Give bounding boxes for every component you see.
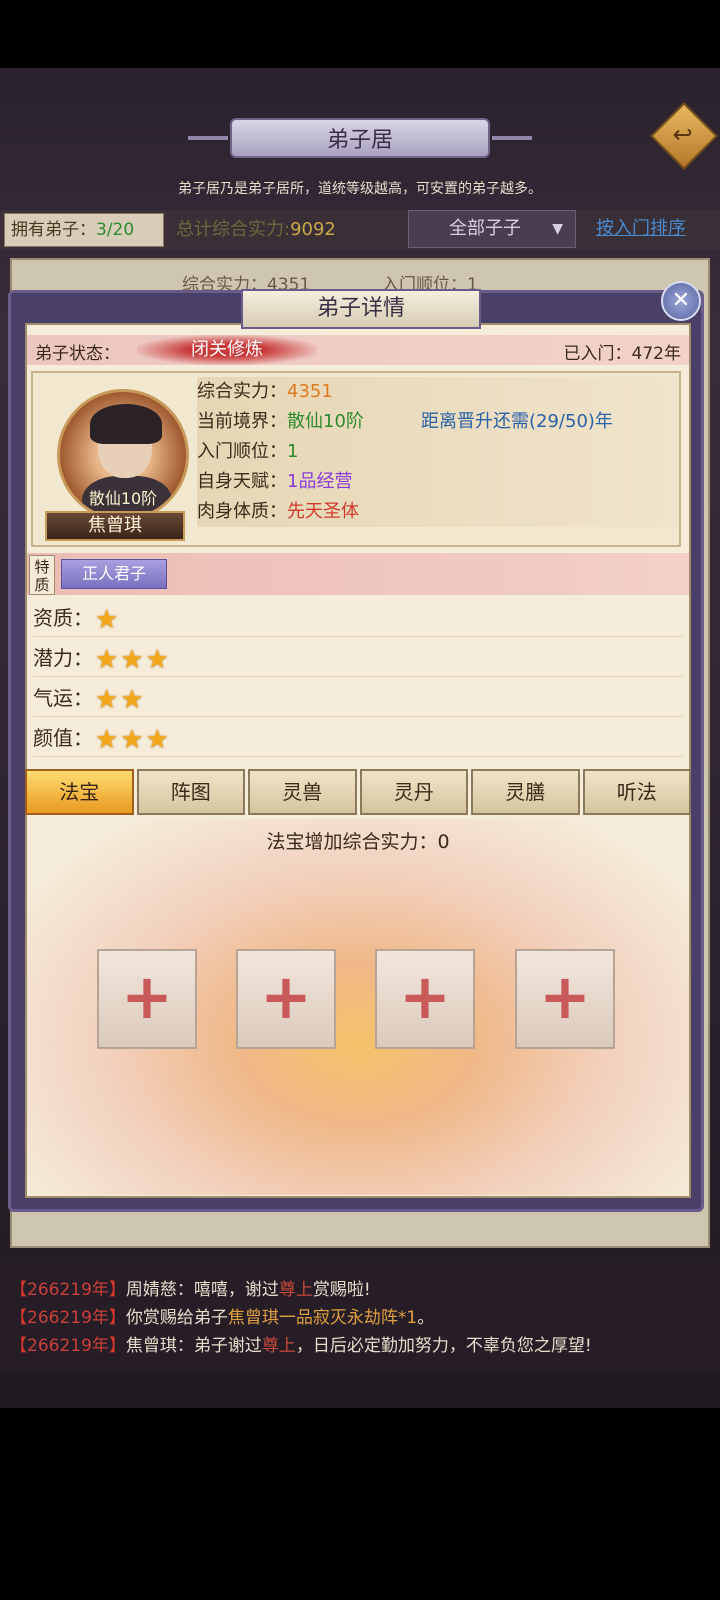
star-icon: ★ (145, 644, 169, 675)
plus-icon: + (539, 960, 591, 1033)
star-icon: ★ (120, 644, 144, 675)
star-icon: ★ (145, 724, 169, 755)
sort-by-join-link[interactable]: 按入门排序 (596, 214, 686, 240)
close-button[interactable]: ✕ (661, 281, 701, 321)
attr-power: 综合实力：4351 (197, 377, 677, 407)
modal-content: 弟子状态： 闭关修炼 已入门：472年 散仙10阶 焦曾琪 综合实力：4351 … (25, 323, 691, 1198)
status-label: 弟子状态： (35, 344, 120, 364)
chat-log: 【266219年】周婧慈：嘻嘻，谢过尊上赏赐啦! 【266219年】你赏赐给弟子… (0, 1262, 720, 1372)
treasure-slot[interactable]: + (375, 949, 475, 1049)
status-bar: 弟子状态： 闭关修炼 已入门：472年 (27, 335, 689, 365)
tab-elixir[interactable]: 灵丹 (359, 769, 468, 815)
disciple-count: 拥有弟子：3/20 (4, 213, 164, 247)
attr-talent: 自身天赋：1品经营 (197, 467, 677, 497)
plus-icon: + (399, 960, 451, 1033)
detail-tabs: 法宝 阵图 灵兽 灵丹 灵膳 听法 (25, 769, 691, 817)
chat-line: 【266219年】周婧慈：嘻嘻，谢过尊上赏赐啦! (10, 1280, 371, 1300)
treasure-panel: 法宝增加综合实力：0 + + + + (27, 819, 689, 1195)
attr-realm: 当前境界：散仙10阶 距离晋升还需(29/50)年 (197, 407, 677, 437)
star-icon: ★ (95, 684, 119, 715)
status-badge: 闭关修炼 (137, 335, 317, 365)
star-icon: ★ (120, 684, 144, 715)
star-icon: ★ (95, 644, 119, 675)
joined-years: 已入门：472年 (563, 344, 681, 364)
star-icon: ★ (95, 724, 119, 755)
disciple-info-box: 散仙10阶 焦曾琪 综合实力：4351 当前境界：散仙10阶 距离晋升还需(29/… (31, 371, 681, 547)
chat-line: 【266219年】焦曾琪：弟子谢过尊上，日后必定勤加努力，不辜负您之厚望! (10, 1336, 592, 1356)
treasure-slot[interactable]: + (236, 949, 336, 1049)
trait-chip[interactable]: 正人君子 (61, 559, 167, 589)
promotion-progress: 距离晋升还需(29/50)年 (421, 411, 613, 432)
tab-formation[interactable]: 阵图 (136, 769, 245, 815)
rating-luck: 气运：★★ (33, 679, 683, 717)
trait-row: 特质 正人君子 (27, 553, 689, 595)
chat-line: 【266219年】你赏赐给弟子焦曾琪一品寂灭永劫阵*1。 (10, 1308, 435, 1328)
modal-title: 弟子详情 (241, 289, 481, 329)
treasure-slot[interactable]: + (97, 949, 197, 1049)
chevron-down-icon: ▼ (552, 221, 563, 237)
rating-appearance: 颜值：★★★ (33, 719, 683, 757)
page-title: 弟子居 (188, 118, 532, 158)
attr-order: 入门顺位：1 (197, 437, 677, 467)
tab-lecture[interactable]: 听法 (582, 769, 691, 815)
close-icon: ✕ (671, 288, 691, 313)
back-arrow-icon: ↩ (672, 120, 693, 149)
trait-label: 特质 (29, 555, 55, 595)
treasure-slot[interactable]: + (515, 949, 615, 1049)
plus-icon: + (121, 960, 173, 1033)
tab-treasure[interactable]: 法宝 (25, 769, 134, 815)
rating-potential: 潜力：★★★ (33, 639, 683, 677)
avatar-rank: 散仙10阶 (88, 489, 158, 508)
tab-beast[interactable]: 灵兽 (248, 769, 357, 815)
rating-aptitude: 资质：★ (33, 599, 683, 637)
disciple-name: 焦曾琪 (45, 511, 185, 541)
disciple-detail-modal: 弟子详情 ✕ 弟子状态： 闭关修炼 已入门：472年 散仙10阶 焦曾琪 综合实… (8, 281, 704, 1212)
treasure-power-label: 法宝增加综合实力：0 (266, 831, 450, 853)
disciple-filter-dropdown[interactable]: 全部子子 ▼ (408, 210, 576, 248)
star-icon: ★ (95, 604, 119, 635)
total-power: 总计综合实力:9092 (176, 219, 336, 240)
plus-icon: + (260, 960, 312, 1033)
star-icon: ★ (120, 724, 144, 755)
page-description: 弟子居乃是弟子居所，道统等级越高，可安置的弟子越多。 (178, 181, 542, 197)
attr-physique: 肉身体质：先天圣体 (197, 497, 677, 527)
tab-meal[interactable]: 灵膳 (471, 769, 580, 815)
